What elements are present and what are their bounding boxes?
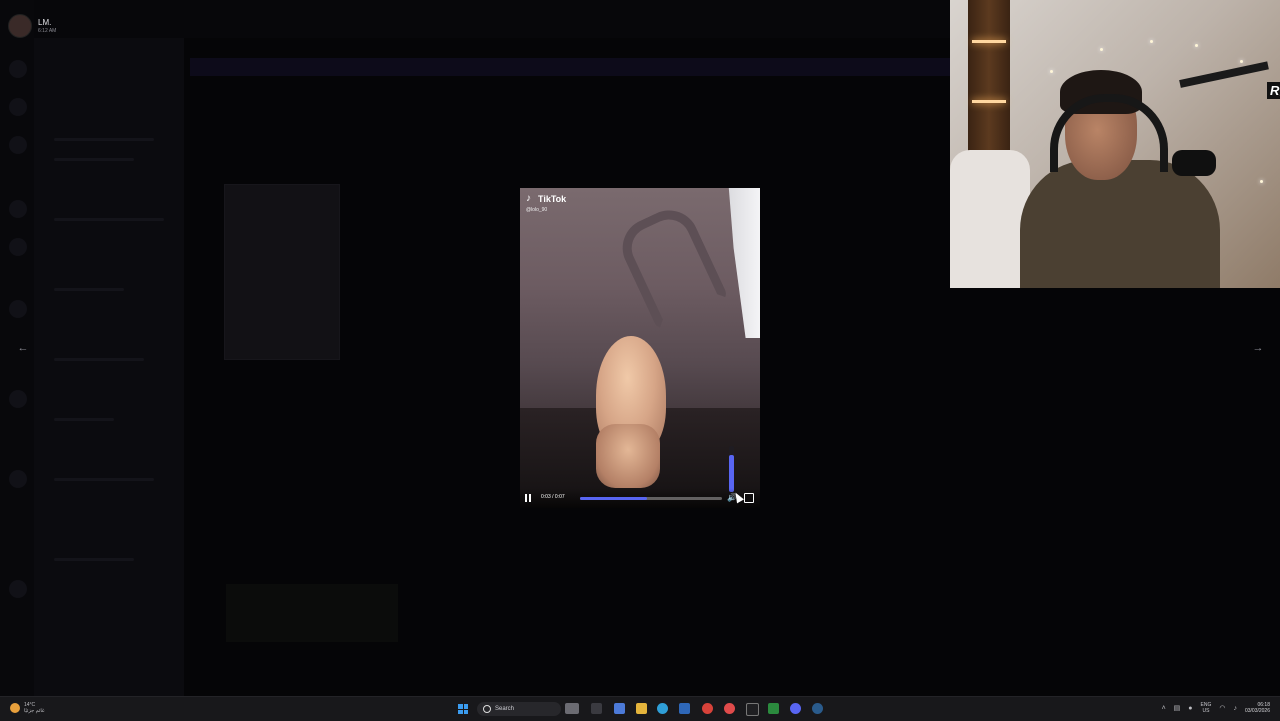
video-progress-bar[interactable] [580,497,722,500]
clock-date: 03/03/2026 [1244,708,1270,714]
message-image-thumbnail[interactable] [226,584,398,642]
fullscreen-icon[interactable] [744,493,754,503]
tray-overflow-icon[interactable]: ˄ [1162,705,1166,712]
search-icon [483,705,491,713]
next-media-button[interactable]: → [1251,341,1265,355]
language-indicator[interactable]: ENG US [1201,702,1212,714]
tiktok-handle: @lolo_90 [526,207,548,213]
channel-item[interactable] [54,418,114,421]
edge-icon[interactable] [657,703,668,714]
channel-item[interactable] [54,218,164,221]
task-view-icon[interactable] [591,703,602,714]
fairy-light [1100,48,1103,51]
weather-sun-icon [10,703,20,713]
channel-item[interactable] [54,358,144,361]
speaker-icon[interactable]: ♪ [1233,705,1237,712]
video-frame-window [728,188,760,338]
network-icon[interactable]: ▤ [1174,704,1181,712]
server-icon[interactable] [9,200,27,218]
message-image-thumbnail[interactable] [224,184,340,360]
video-time: 0:03 / 0:07 [541,494,565,500]
video-player[interactable]: ♪ TikTok @lolo_90 0:03 / 0:07 🔊 [520,188,760,508]
weather-widget[interactable]: 14°C غائم جزئيًا [10,702,45,714]
webcam-chair [950,150,1030,288]
fairy-light [1240,60,1243,63]
taskbar: 14°C غائم جزئيًا Search ˄ ▤ ● ENG US ◠ ♪… [0,696,1280,721]
file-explorer-icon[interactable] [636,703,647,714]
notice-banner [190,58,950,76]
fairy-light [1195,44,1198,47]
search-placeholder: Search [495,706,515,712]
server-icon[interactable] [9,390,27,408]
tiktok-icon: ♪ [526,193,531,204]
app-icon[interactable] [679,703,690,714]
pause-icon[interactable] [525,494,532,502]
channel-item[interactable] [54,138,154,141]
server-icon[interactable] [9,580,27,598]
volume-slider-fill [729,455,734,492]
user-name: LM. [38,18,52,27]
fairy-light [1150,40,1153,43]
app-icon[interactable] [614,703,625,714]
microphone [1172,150,1216,176]
tiktok-label: TikTok [538,194,567,204]
channel-list [34,38,184,696]
weather-desc: غائم جزئيًا [24,708,45,714]
taskbar-search[interactable]: Search [477,702,561,716]
system-tray: ˄ ▤ ● ENG US ◠ ♪ 06:18 03/03/2026 [1162,702,1270,714]
discord-icon[interactable] [790,703,801,714]
video-progress-fill [580,497,647,500]
clock[interactable]: 06:18 03/03/2026 [1245,702,1270,714]
mic-arm [1179,61,1269,88]
opera-icon[interactable] [724,703,735,714]
channel-item[interactable] [54,288,124,291]
server-icon[interactable] [9,98,27,116]
webcam-person-body [1020,160,1220,288]
server-icon[interactable] [9,470,27,488]
wifi-icon[interactable]: ◠ [1219,704,1225,712]
server-icon[interactable] [9,300,27,318]
lang-bottom: US [1202,708,1210,714]
widgets-icon[interactable] [565,703,579,714]
fairy-light [1260,180,1263,183]
channel-item[interactable] [54,478,154,481]
obs-icon[interactable] [746,703,759,716]
server-icon[interactable] [9,238,27,256]
steam-icon[interactable] [812,703,823,714]
server-icon[interactable] [9,136,27,154]
webcam-shelf-light [972,100,1006,103]
app-titlebar [0,0,950,38]
user-profile[interactable]: LM. 6:12 AM [8,14,56,38]
mic-tray-icon[interactable]: ● [1188,705,1192,712]
video-frame-handle [612,200,730,332]
mic-brand-label: RØ [1267,82,1280,99]
user-status-time: 6:12 AM [38,28,57,34]
windows-start-icon[interactable] [458,704,468,714]
tiktok-watermark: ♪ TikTok [526,193,567,205]
volume-slider[interactable] [729,446,734,492]
video-frame-face [596,424,660,488]
avatar[interactable] [8,14,32,38]
chrome-icon[interactable] [702,703,713,714]
video-controls: 0:03 / 0:07 🔊 [520,488,760,508]
fairy-light [1050,70,1053,73]
excel-icon[interactable] [768,703,779,714]
webcam-shelf-light [972,40,1006,43]
server-icon[interactable] [9,60,27,78]
previous-media-button[interactable]: ← [16,341,30,355]
channel-item[interactable] [54,558,134,561]
webcam-overlay: RØ [950,0,1280,288]
channel-item[interactable] [54,158,134,161]
